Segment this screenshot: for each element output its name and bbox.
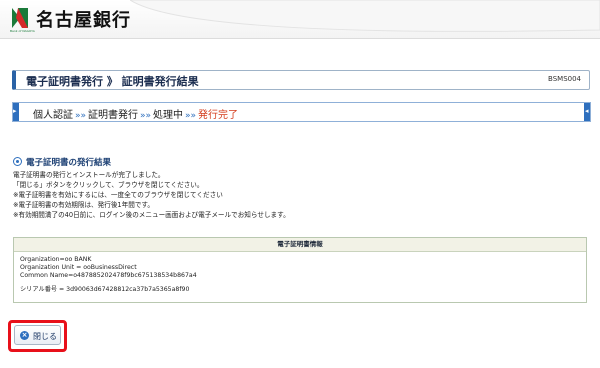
description-line: ※電子証明書を有効にするには、一度全てのブラウザを閉じてください [13,191,223,199]
page-title-bar: 電子証明書発行 》 証明書発行結果 BSMS004 [12,70,590,90]
description-line: 「閉じる」ボタンをクリックして、ブラウザを閉じてください。 [13,181,204,189]
certificate-info-body: Organization=oo BANK Organization Unit =… [14,252,586,298]
cert-organization-unit: Organization Unit = ooBusinessDirect [20,264,137,271]
step-separator: »» [75,111,87,121]
page-title: 電子証明書発行 》 証明書発行結果 [26,75,199,88]
close-button[interactable]: × 閉じる [14,325,61,345]
description-line: ※電子証明書の有効期限は、発行後1年間です。 [13,201,154,209]
cert-serial-number: シリアル番号 = 3d90063d67428812ca37b7a5365a8f9… [20,286,190,293]
cert-common-name: Common Name=o487885202478f9bc675138534b8… [20,272,197,279]
bank-logo-subtext: Bank of NAGOYA [10,29,35,33]
close-button-label: 閉じる [33,332,57,341]
certificate-info-box: 電子証明書情報 Organization=oo BANK Organizatio… [13,237,587,303]
description-line: ※有効期間満了の40日前に、ログイン後のメニュー画面および電子メールでお知らせし… [13,211,290,219]
step-item: 処理中 [153,110,184,121]
site-header: Bank of NAGOYA 名古屋銀行 [0,0,600,39]
step-separator: »» [140,111,152,121]
section-heading: 電子証明書の発行結果 [13,156,111,168]
step-item: 証明書発行 [88,110,139,121]
step-item-current: 発行完了 [198,110,239,121]
step-bar-left-edge: ▸ [13,103,19,121]
bullet-icon [13,157,22,166]
step-bar-right-edge: ◂ [584,103,590,121]
bank-logo-icon [12,8,28,28]
result-description: 電子証明書の発行とインストールが完了しました。 「閉じる」ボタンをクリックして、… [13,170,290,220]
cert-organization: Organization=oo BANK [20,256,92,263]
arrow-right-icon: ▸ [13,107,17,115]
progress-steps: ▸ 個人認証»» 証明書発行»» 処理中»» 発行完了 ◂ [12,102,591,122]
header-decoration [130,0,600,32]
screen-code: BSMS004 [548,75,581,83]
step-separator: »» [185,111,197,121]
step-list: 個人認証»» 証明書発行»» 処理中»» 発行完了 [33,106,238,121]
description-line: 電子証明書の発行とインストールが完了しました。 [13,171,165,179]
section-heading-text: 電子証明書の発行結果 [26,158,112,168]
certificate-info-heading: 電子証明書情報 [14,238,586,252]
close-icon: × [20,331,29,340]
arrow-left-icon: ◂ [585,107,589,115]
bank-name: 名古屋銀行 [36,10,131,31]
step-item: 個人認証 [33,110,73,121]
